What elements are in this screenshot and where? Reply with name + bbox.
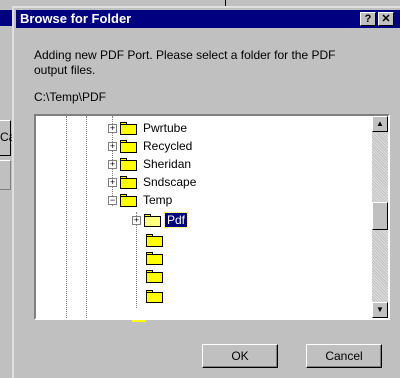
tree-item-label: Sheridan (143, 157, 192, 171)
tree-item-pwrtube[interactable]: + Pwrtube (108, 120, 189, 136)
tree-item-sheridan[interactable]: + Sheridan (108, 156, 193, 172)
folder-icon (120, 157, 137, 171)
tree-item-pdf[interactable]: + Pdf (132, 212, 189, 228)
tree-item-unnamed[interactable] (146, 232, 171, 248)
tree-item-unnamed[interactable] (146, 288, 171, 304)
scrollbar-thumb[interactable] (372, 202, 388, 230)
open-folder-icon (144, 213, 161, 227)
folder-edge-fragment (132, 320, 146, 322)
folder-icon (120, 175, 137, 189)
vertical-scrollbar[interactable]: ▲ ▼ (372, 116, 388, 318)
tree-item-label-selected: Pdf (163, 212, 189, 228)
parent-cancel-button-fragment[interactable]: Ca (0, 120, 15, 156)
folder-icon (120, 193, 137, 207)
tree-item-recycled[interactable]: + Recycled (108, 138, 194, 154)
cancel-button[interactable]: Cancel (306, 344, 382, 368)
tree-item-label: Recycled (143, 139, 193, 153)
parent-selection-bar (0, 10, 12, 26)
expand-plus-icon[interactable]: + (108, 159, 117, 169)
folder-tree[interactable]: + Pwrtube + Recycled + Sheridan + Sndsca… (34, 114, 390, 320)
tree-item-label: Temp (143, 193, 173, 207)
tree-item-label: Pwrtube (143, 121, 188, 135)
tree-item-unnamed[interactable] (146, 250, 171, 266)
tree-item-sndscape[interactable]: + Sndscape (108, 174, 198, 190)
expand-plus-icon[interactable]: + (108, 123, 117, 133)
folder-icon (146, 233, 163, 247)
scroll-up-arrow-icon[interactable]: ▲ (372, 116, 388, 132)
tree-item-temp[interactable]: − Temp (108, 192, 174, 208)
expand-plus-icon[interactable]: + (132, 215, 141, 225)
parent-button-fragment[interactable] (0, 160, 11, 190)
browse-for-folder-dialog: Browse for Folder ? ✕ Adding new PDF Por… (12, 6, 400, 378)
dialog-titlebar[interactable]: Browse for Folder ? ✕ (16, 10, 400, 28)
help-button[interactable]: ? (360, 12, 376, 26)
dialog-message: Adding new PDF Port. Please select a fol… (34, 48, 336, 77)
tree-guide-line (66, 116, 67, 318)
tree-item-unnamed[interactable] (146, 268, 171, 284)
folder-icon (120, 139, 137, 153)
folder-tree-content: + Pwrtube + Recycled + Sheridan + Sndsca… (36, 116, 370, 318)
tree-guide-line (86, 116, 87, 318)
collapse-minus-icon[interactable]: − (108, 195, 117, 205)
folder-icon (146, 289, 163, 303)
expand-plus-icon[interactable]: + (108, 141, 117, 151)
folder-icon (120, 121, 137, 135)
tree-item-label: Sndscape (143, 175, 197, 189)
dialog-title: Browse for Folder (20, 11, 132, 26)
expand-plus-icon[interactable]: + (108, 177, 117, 187)
close-button[interactable]: ✕ (378, 12, 394, 26)
folder-icon (146, 251, 163, 265)
parent-window-left-strip (0, 6, 12, 378)
folder-icon (146, 269, 163, 283)
current-path-label: C:\Temp\PDF (34, 90, 107, 104)
scroll-down-arrow-icon[interactable]: ▼ (372, 302, 388, 318)
ok-button[interactable]: OK (202, 344, 278, 368)
